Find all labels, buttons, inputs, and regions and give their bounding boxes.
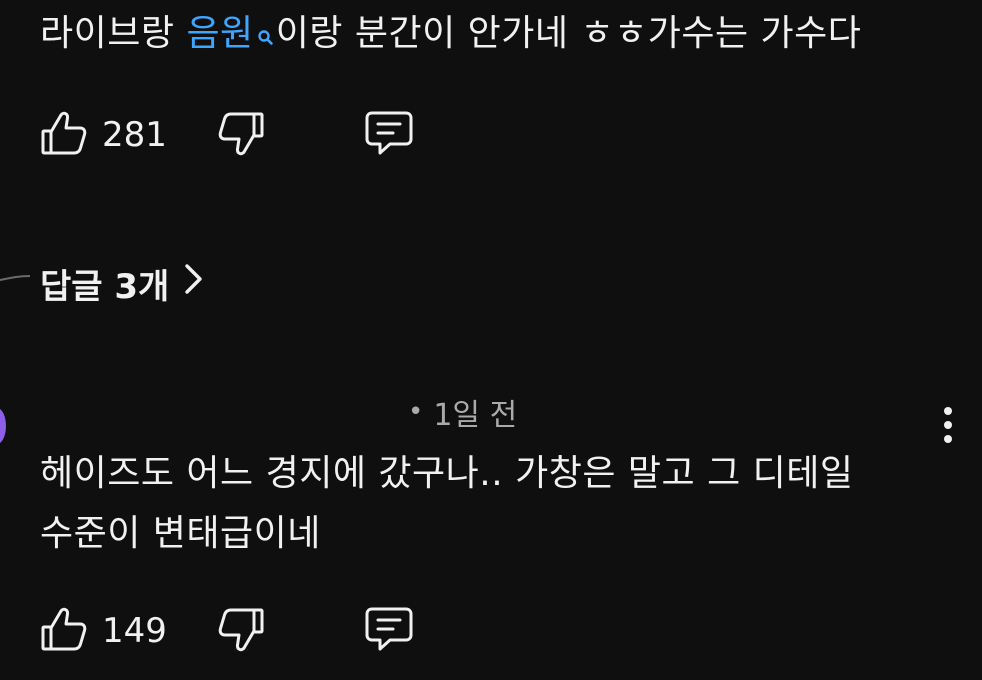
comment-actions: 149 (40, 606, 415, 656)
search-icon (256, 18, 276, 58)
like-button[interactable]: 149 (40, 605, 167, 657)
replies-toggle[interactable]: 답글 3개 (40, 258, 205, 308)
comment-text-line1: 헤이즈도 어느 경지에 갔구나.. 가창은 말고 그 디테일 (40, 453, 854, 494)
thumbs-down-icon (217, 109, 265, 161)
reply-button[interactable] (363, 109, 415, 161)
like-count: 281 (102, 115, 167, 155)
more-vert-icon[interactable] (930, 400, 966, 450)
more-dot (944, 421, 952, 429)
dislike-button[interactable] (217, 605, 265, 657)
thumbs-down-icon (217, 605, 265, 657)
search-link-label: 음원 (186, 13, 254, 54)
more-dot (944, 407, 952, 415)
comment-text-line2: 수준이 변태급이네 (40, 513, 321, 554)
comment-text-before: 라이브랑 (40, 13, 187, 54)
dislike-button[interactable] (217, 109, 265, 161)
meta-separator: • (408, 397, 424, 427)
search-link[interactable]: 음원 (186, 13, 275, 54)
thumbs-up-icon (40, 605, 88, 657)
like-button[interactable]: 281 (40, 109, 167, 161)
chevron-right-icon (169, 262, 205, 305)
reply-button[interactable] (363, 605, 415, 657)
thread-line (0, 275, 31, 281)
comment-meta: • 1일 전 (400, 392, 518, 433)
reply-icon (363, 605, 415, 657)
avatar[interactable] (0, 408, 6, 444)
comment-actions: 281 (40, 110, 415, 160)
more-dot (944, 435, 952, 443)
comment-time: 1일 전 (433, 398, 518, 433)
like-count: 149 (102, 611, 167, 651)
replies-label: 답글 3개 (40, 266, 170, 307)
comment-text-after: 이랑 분간이 안가네 ㅎㅎ가수는 가수다 (275, 13, 862, 54)
reply-icon (363, 109, 415, 161)
thumbs-up-icon (40, 109, 88, 161)
comment-text: 라이브랑 음원 이랑 분간이 안가네 ㅎㅎ가수는 가수다 (40, 14, 861, 58)
